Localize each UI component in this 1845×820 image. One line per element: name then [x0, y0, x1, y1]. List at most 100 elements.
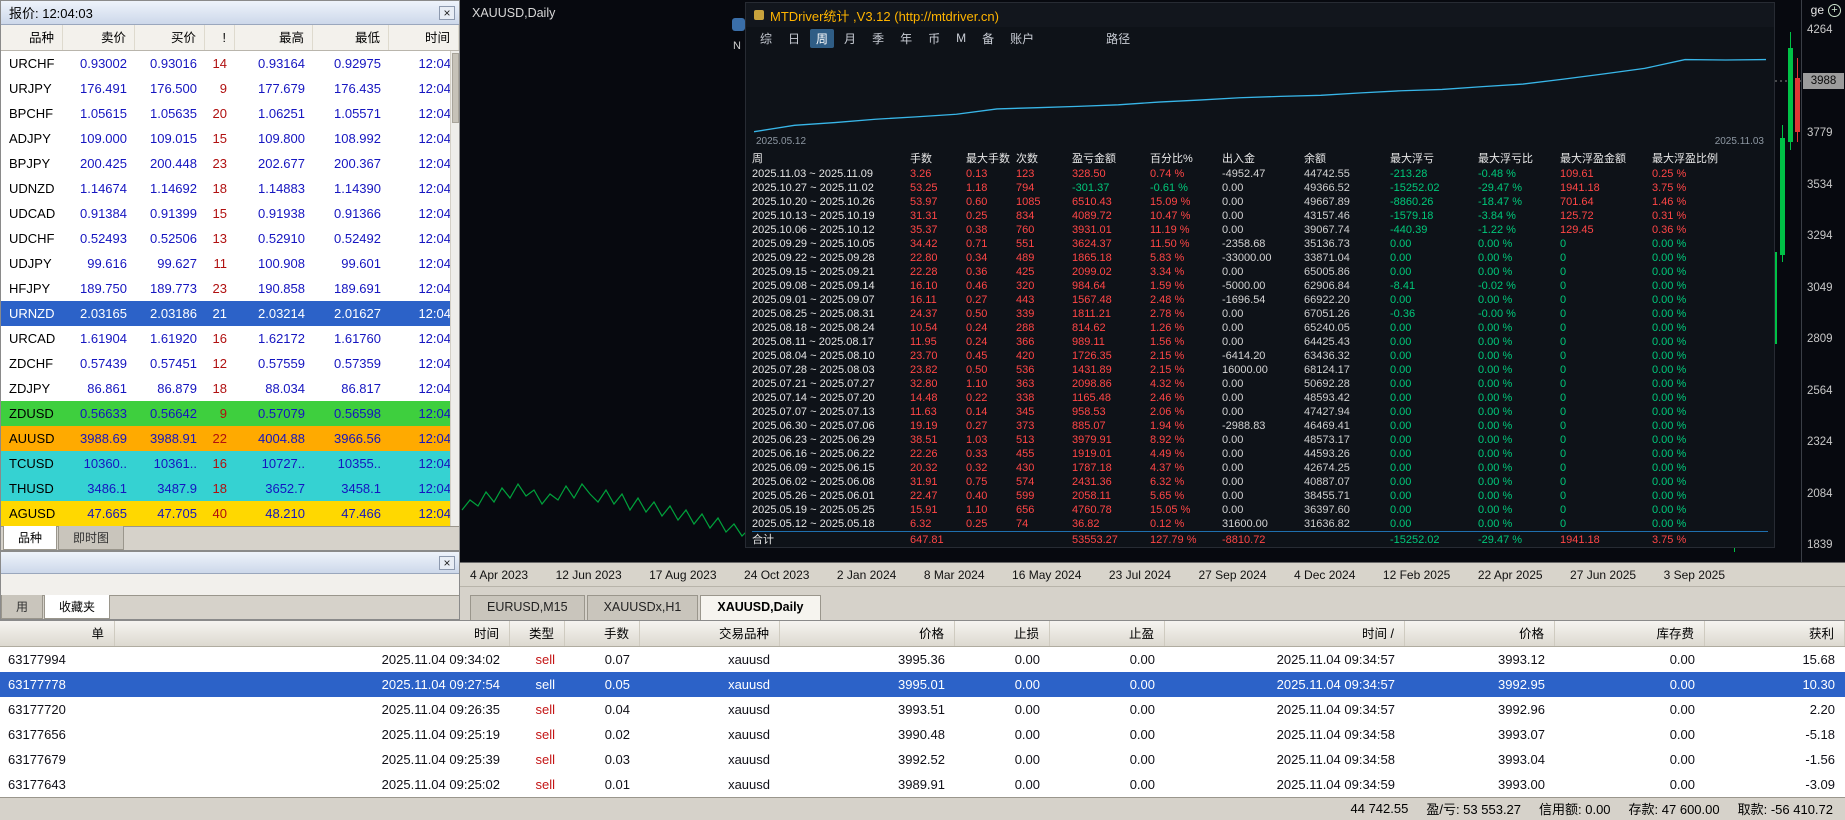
time-axis-label: 22 Apr 2025	[1478, 568, 1543, 582]
status-bar-item: 存款: 47 600.00	[1629, 799, 1720, 818]
trades-header-cell[interactable]: 时间 /	[1165, 621, 1405, 646]
trades-header-cell[interactable]: 时间	[115, 621, 510, 646]
stats-row: 2025.10.20 ~ 2025.10.26 53.97 0.60 1085 …	[752, 195, 1768, 209]
market-watch-row[interactable]: URCHF 0.93002 0.93016 14 0.93164 0.92975…	[1, 51, 459, 76]
market-watch-row[interactable]: ZDCHF 0.57439 0.57451 12 0.57559 0.57359…	[1, 351, 459, 376]
stats-menu-item[interactable]: 账户	[1004, 29, 1040, 48]
market-watch-row[interactable]: HFJPY 189.750 189.773 23 190.858 189.691…	[1, 276, 459, 301]
trades-header-cell[interactable]: 手数	[565, 621, 640, 646]
trade-row[interactable]: 63177679 2025.11.04 09:25:39 sell 0.03 x…	[0, 747, 1845, 772]
type-cell: sell	[510, 647, 565, 672]
stats-menu-item[interactable]: 币	[922, 29, 946, 48]
market-watch-scrollbar[interactable]	[450, 51, 459, 526]
market-watch-row[interactable]: TCUSD 10360.. 10361.. 16 10727.. 10355..…	[1, 451, 459, 476]
trades-header-cell[interactable]: 价格	[1405, 621, 1555, 646]
trade-row[interactable]: 63177656 2025.11.04 09:25:19 sell 0.02 x…	[0, 722, 1845, 747]
trade-row[interactable]: 63177643 2025.11.04 09:25:02 sell 0.01 x…	[0, 772, 1845, 797]
stats-menu-item[interactable]: 路径	[1100, 29, 1136, 48]
stats-menu-item[interactable]: 日	[782, 29, 806, 48]
max-drawdown-pct-cell: 0.00 %	[1478, 321, 1560, 335]
price-scale-label: 4264	[1807, 24, 1833, 36]
market-watch-header-cell[interactable]: 品种	[1, 25, 63, 50]
market-watch-row[interactable]: ZDJPY 86.861 86.879 18 88.034 86.817 12:…	[1, 376, 459, 401]
spread-cell: 40	[205, 501, 235, 526]
stats-menu-item[interactable]: 备	[976, 29, 1000, 48]
market-watch-row[interactable]: UDNZD 1.14674 1.14692 18 1.14883 1.14390…	[1, 176, 459, 201]
time-axis[interactable]: 4 Apr 202312 Jun 202317 Aug 202324 Oct 2…	[460, 562, 1845, 586]
market-watch-close-icon[interactable]: ×	[439, 6, 455, 20]
price-scale[interactable]: 3988 42643779353432943049280925642324208…	[1801, 0, 1845, 562]
market-watch-tab[interactable]: 即时图	[58, 526, 124, 550]
market-watch-header-cell[interactable]: !	[205, 25, 235, 50]
trades-header-cell[interactable]: 交易品种	[640, 621, 780, 646]
market-watch-header-cell[interactable]: 时间	[389, 25, 459, 50]
market-watch-row[interactable]: THUSD 3486.1 3487.9 18 3652.7 3458.1 12:…	[1, 476, 459, 501]
market-watch-row[interactable]: ADJPY 109.000 109.015 15 109.800 108.992…	[1, 126, 459, 151]
trades-header-cell[interactable]: 单	[0, 621, 115, 646]
zoom-in-icon[interactable]: +	[1828, 4, 1841, 17]
chart-object-icon[interactable]	[732, 18, 745, 31]
stats-menu-item[interactable]: 季	[866, 29, 890, 48]
lots-cell: 23.82	[910, 363, 966, 377]
market-watch-row[interactable]: AUUSD 3988.69 3988.91 22 4004.88 3966.56…	[1, 426, 459, 451]
inout-cell: 0.00	[1222, 321, 1304, 335]
chart-n-icon[interactable]: N	[733, 40, 741, 52]
close-price-cell: 3993.07	[1405, 722, 1555, 747]
trades-header-cell[interactable]: 止损	[955, 621, 1050, 646]
max-drawdown-cell: 0.00	[1390, 321, 1478, 335]
scrollbar-thumb[interactable]	[452, 53, 459, 123]
trade-row[interactable]: 63177720 2025.11.04 09:26:35 sell 0.04 x…	[0, 697, 1845, 722]
market-watch-row[interactable]: UDCHF 0.52493 0.52506 13 0.52910 0.52492…	[1, 226, 459, 251]
market-watch-row[interactable]: BPCHF 1.05615 1.05635 20 1.06251 1.05571…	[1, 101, 459, 126]
market-watch-header-cell[interactable]: 卖价	[63, 25, 135, 50]
trades-header-cell[interactable]: 价格	[780, 621, 955, 646]
balance-cell: 39067.74	[1304, 223, 1390, 237]
market-watch-header-cell[interactable]: 买价	[135, 25, 205, 50]
navigator-tab[interactable]: 收藏夹	[44, 595, 110, 619]
stats-row: 2025.08.04 ~ 2025.08.10 23.70 0.45 420 1…	[752, 349, 1768, 363]
market-watch-tab[interactable]: 品种	[3, 526, 57, 550]
max-drawdown-pct-cell: -29.47 %	[1478, 181, 1560, 195]
stats-menu-item[interactable]: M	[950, 30, 972, 46]
chart-tab[interactable]: XAUUSD,Daily	[700, 595, 820, 620]
navigator-close-icon[interactable]: ×	[439, 556, 455, 570]
stats-menu-item[interactable]: 周	[810, 29, 834, 48]
trades-header-cell[interactable]: 库存费	[1555, 621, 1705, 646]
market-watch-row[interactable]: UDCAD 0.91384 0.91399 15 0.91938 0.91366…	[1, 201, 459, 226]
market-watch-row[interactable]: ZDUSD 0.56633 0.56642 9 0.57079 0.56598 …	[1, 401, 459, 426]
stats-menu-item[interactable]: 月	[838, 29, 862, 48]
trades-header-cell[interactable]: 止盈	[1050, 621, 1165, 646]
market-watch-row[interactable]: URJPY 176.491 176.500 9 177.679 176.435 …	[1, 76, 459, 101]
market-watch-row[interactable]: UDJPY 99.616 99.627 11 100.908 99.601 12…	[1, 251, 459, 276]
navigator-tab[interactable]: 用	[1, 595, 43, 619]
navigator-body	[1, 574, 459, 595]
market-watch-header-cell[interactable]: 最低	[313, 25, 389, 50]
navigator-tabs: 用收藏夹	[1, 595, 459, 619]
count-cell: 794	[1016, 181, 1072, 195]
market-watch-row[interactable]: BPJPY 200.425 200.448 23 202.677 200.367…	[1, 151, 459, 176]
market-watch-header[interactable]: 品种卖价买价!最高最低时间	[1, 25, 459, 51]
trades-header-cell[interactable]: 类型	[510, 621, 565, 646]
market-watch-row[interactable]: URCAD 1.61904 1.61920 16 1.62172 1.61760…	[1, 326, 459, 351]
max-drawdown-pct-cell: 0.00 %	[1478, 517, 1560, 531]
trade-row[interactable]: 63177994 2025.11.04 09:34:02 sell 0.07 x…	[0, 647, 1845, 672]
market-watch-header-cell[interactable]: 最高	[235, 25, 313, 50]
ask-cell: 3487.9	[135, 476, 205, 501]
max-drawdown-cell: 0.00	[1390, 517, 1478, 531]
chart-tab[interactable]: XAUUSDx,H1	[587, 595, 699, 620]
bid-cell: 109.000	[63, 126, 135, 151]
price-scale-label: 2809	[1807, 333, 1833, 345]
stats-menu-item[interactable]: 年	[894, 29, 918, 48]
stats-menu-item[interactable]: 综	[754, 29, 778, 48]
chart-tab[interactable]: EURUSD,M15	[470, 595, 585, 620]
market-watch-row[interactable]: URNZD 2.03165 2.03186 21 2.03214 2.01627…	[1, 301, 459, 326]
market-watch-row[interactable]: AGUSD 47.665 47.705 40 48.210 47.466 12:…	[1, 501, 459, 526]
trade-row[interactable]: 63177778 2025.11.04 09:27:54 sell 0.05 x…	[0, 672, 1845, 697]
pl-pct-cell: 2.46 %	[1150, 391, 1222, 405]
trades-header-cell[interactable]: 获利	[1705, 621, 1845, 646]
period-cell: 2025.09.15 ~ 2025.09.21	[752, 265, 910, 279]
balance-cell: 67051.26	[1304, 307, 1390, 321]
chart-canvas[interactable]: XAUUSD,Daily 3988	[460, 0, 1845, 562]
low-cell: 1.14390	[313, 176, 389, 201]
symbol-cell: HFJPY	[1, 276, 63, 301]
